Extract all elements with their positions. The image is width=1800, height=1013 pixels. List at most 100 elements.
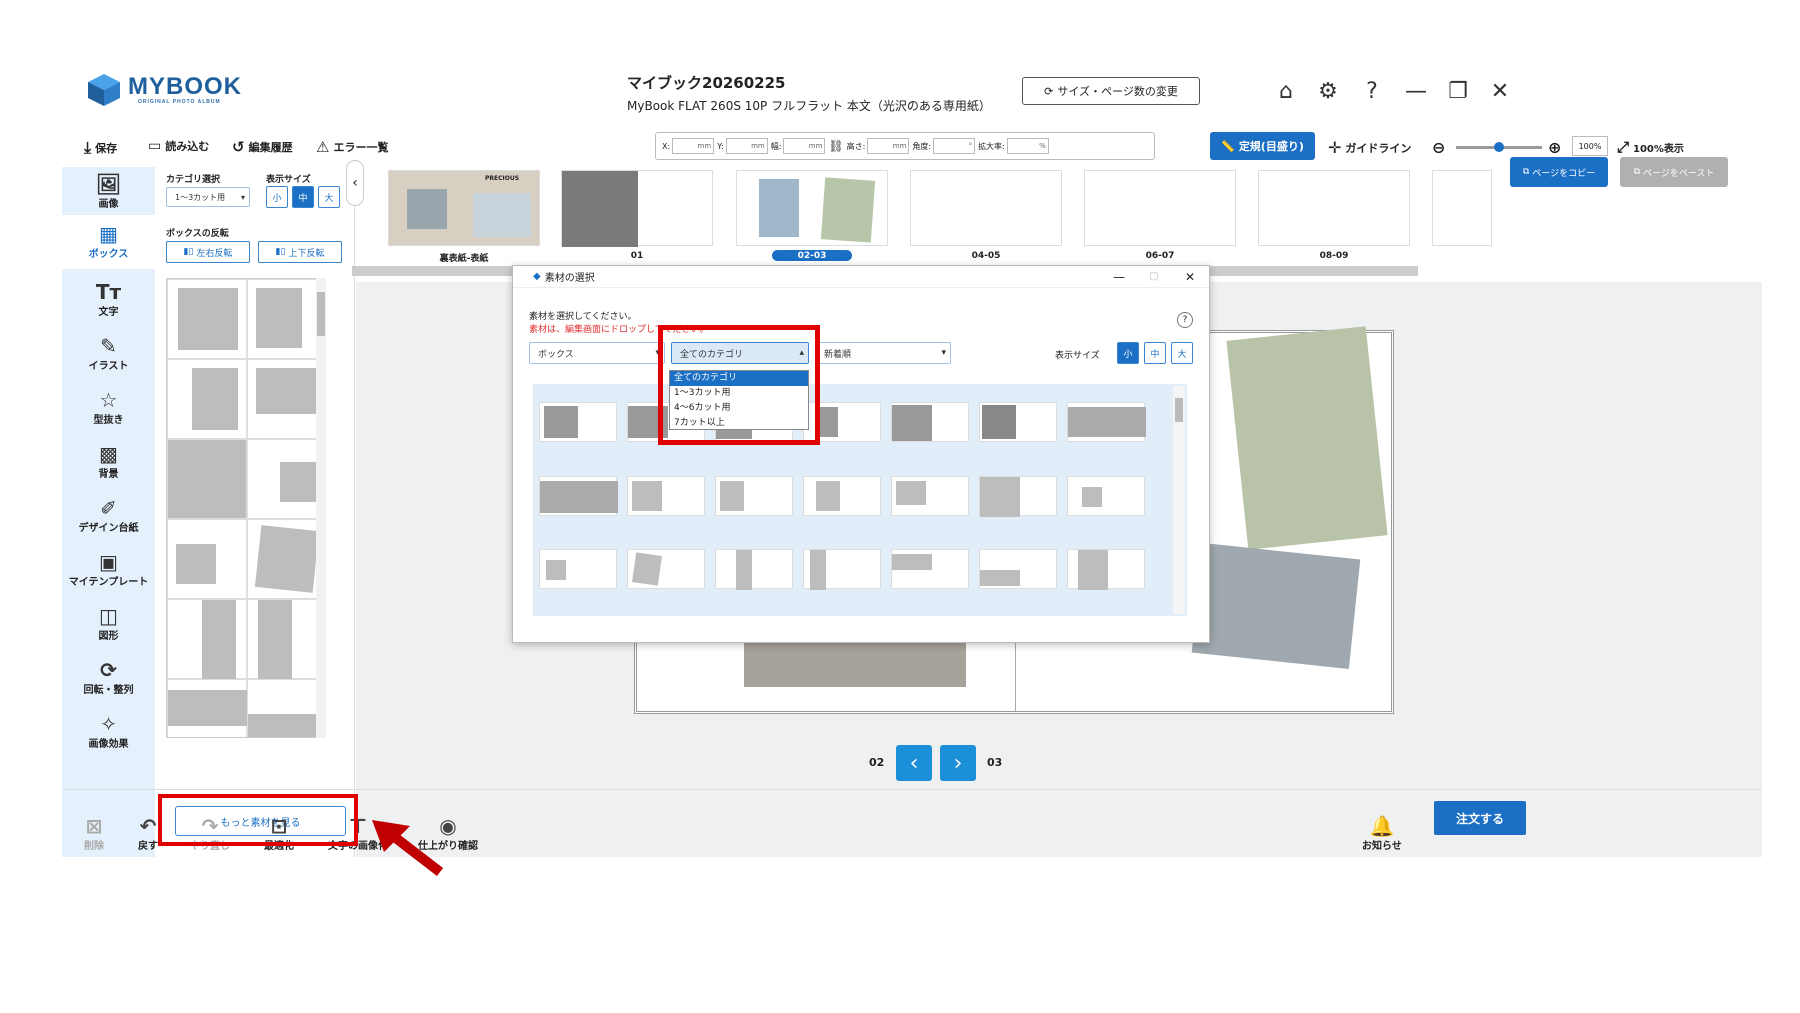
zoom-value[interactable]: 100%	[1572, 136, 1608, 156]
material-item[interactable]	[1067, 476, 1145, 516]
box-item[interactable]	[247, 519, 325, 599]
page-thumb-02-03[interactable]	[736, 170, 888, 246]
material-item[interactable]	[891, 549, 969, 589]
box-item[interactable]	[247, 359, 325, 439]
save-button[interactable]: ⤓ 保存	[84, 138, 117, 158]
nav-cutout[interactable]: ☆ 型抜き	[62, 389, 155, 426]
dialog-close-icon[interactable]: ✕	[1185, 270, 1195, 284]
angle-input[interactable]: °	[933, 138, 976, 154]
width-input[interactable]: mm	[783, 138, 826, 154]
material-item[interactable]	[1067, 549, 1145, 590]
material-item[interactable]	[539, 476, 618, 516]
dialog-help-icon[interactable]: ?	[1177, 312, 1193, 328]
history-button[interactable]: ↺ 編集履歴	[232, 138, 293, 156]
flip-ud-button[interactable]: ▮▯ 上下反転	[258, 241, 342, 263]
panel-scrollbar[interactable]	[316, 278, 326, 738]
size-large-button[interactable]: 大	[318, 186, 340, 208]
zoom-in-icon[interactable]: ⊕	[1548, 138, 1561, 157]
box-item[interactable]	[167, 519, 247, 599]
minimize-icon[interactable]: —	[1402, 78, 1430, 106]
close-icon[interactable]: ✕	[1486, 78, 1514, 106]
material-item[interactable]	[1067, 402, 1146, 442]
material-scrollbar[interactable]	[1173, 386, 1185, 614]
copy-page-button[interactable]: ⧉ ページをコピー	[1510, 157, 1608, 187]
material-item[interactable]	[715, 549, 793, 590]
gear-icon[interactable]: ⚙	[1314, 78, 1342, 106]
link-icon[interactable]: ⛓	[828, 139, 843, 153]
page-thumb-cover[interactable]: PRECIOUS	[388, 170, 540, 246]
page-thumb-06-07[interactable]	[1084, 170, 1236, 246]
category-select[interactable]: 1〜3カット用 ▾	[166, 187, 250, 207]
dialog-size-small[interactable]: 小	[1117, 342, 1139, 364]
material-item[interactable]	[539, 549, 617, 589]
box-item[interactable]	[247, 279, 325, 359]
box-item[interactable]	[167, 359, 247, 439]
help-icon[interactable]: ?	[1358, 78, 1386, 106]
material-item[interactable]	[539, 402, 617, 442]
material-item[interactable]	[979, 476, 1057, 517]
box-item[interactable]	[247, 439, 325, 519]
x-input[interactable]: mm	[672, 138, 715, 154]
nav-text[interactable]: Tт 文字	[62, 281, 155, 318]
material-item[interactable]	[979, 549, 1057, 589]
nav-rotate-align[interactable]: ⟳ 回転・整列	[62, 659, 155, 696]
page-thumb-partial[interactable]	[1432, 170, 1492, 246]
ruler-button[interactable]: 📏 定規(目盛り)	[1210, 132, 1315, 160]
collapse-panel-button[interactable]: ‹	[346, 160, 364, 206]
material-item[interactable]	[627, 476, 705, 516]
box-item[interactable]	[247, 679, 325, 737]
box-item[interactable]	[167, 599, 247, 680]
notice-button[interactable]: 🔔 お知らせ	[1362, 815, 1402, 852]
material-item[interactable]	[803, 476, 881, 516]
page-thumb-01[interactable]	[561, 170, 713, 247]
material-item[interactable]	[715, 476, 793, 516]
box-item[interactable]	[247, 599, 325, 680]
size-page-change-button[interactable]: ⟳ サイズ・ページ数の変更	[1022, 77, 1200, 105]
dialog-size-large[interactable]: 大	[1171, 342, 1193, 364]
nav-image[interactable]: 🖼 画像	[62, 173, 155, 210]
material-item[interactable]	[891, 476, 969, 516]
y-input[interactable]: mm	[725, 138, 768, 154]
maximize-icon[interactable]: ❐	[1444, 78, 1472, 106]
next-page-button[interactable]: ›	[940, 745, 976, 781]
page-thumb-04-05[interactable]	[910, 170, 1062, 246]
photo-tree[interactable]	[1226, 326, 1388, 550]
zoom-out-icon[interactable]: ⊖	[1432, 138, 1445, 157]
nav-shape[interactable]: ◫ 図形	[62, 605, 155, 642]
size-small-button[interactable]: 小	[266, 186, 288, 208]
nav-background[interactable]: ▩ 背景	[62, 443, 155, 480]
zoom-slider-handle[interactable]	[1494, 142, 1504, 152]
delete-button[interactable]: ⊠ 削除	[84, 815, 104, 852]
scale-input[interactable]: %	[1006, 138, 1049, 154]
material-item[interactable]	[627, 549, 705, 589]
dialog-maximize-icon[interactable]: ▢	[1149, 271, 1158, 282]
undo-button[interactable]: ↶ 戻す	[138, 815, 158, 852]
box-item[interactable]	[167, 279, 247, 359]
order-button[interactable]: 注文する	[1434, 801, 1526, 835]
home-icon[interactable]: ⌂	[1272, 78, 1300, 106]
dialog-size-mid[interactable]: 中	[1144, 342, 1166, 364]
nav-illust[interactable]: ✎ イラスト	[62, 335, 155, 372]
nav-box[interactable]: ▦ ボックス	[62, 215, 155, 269]
load-button[interactable]: ▭ 読み込む	[148, 138, 209, 154]
nav-my-template[interactable]: ▣ マイテンプレート	[62, 551, 155, 588]
fit-100-button[interactable]: ⤢ 100%表示	[1617, 138, 1684, 156]
material-item[interactable]	[891, 402, 969, 442]
type-select[interactable]: ボックス ▾	[529, 342, 665, 364]
sort-select[interactable]: 新着順 ▾	[815, 342, 951, 364]
page-thumb-08-09[interactable]	[1258, 170, 1410, 246]
prev-page-button[interactable]: ‹	[896, 745, 932, 781]
errors-button[interactable]: ⚠ エラー一覧	[316, 138, 388, 156]
nav-image-effect[interactable]: ✧ 画像効果	[62, 713, 155, 750]
height-input[interactable]: mm	[867, 138, 910, 154]
box-item[interactable]	[167, 679, 248, 737]
dialog-minimize-icon[interactable]: —	[1113, 270, 1125, 284]
box-item[interactable]	[167, 439, 247, 519]
material-item[interactable]	[803, 549, 881, 590]
guideline-button[interactable]: ✛ ガイドライン	[1328, 138, 1411, 157]
size-mid-button[interactable]: 中	[292, 186, 314, 208]
material-item[interactable]	[979, 402, 1057, 442]
flip-lr-button[interactable]: ▮▯ 左右反転	[166, 241, 250, 263]
photo-dog[interactable]	[1191, 543, 1361, 669]
nav-design-mount[interactable]: ✐ デザイン台紙	[62, 497, 155, 534]
